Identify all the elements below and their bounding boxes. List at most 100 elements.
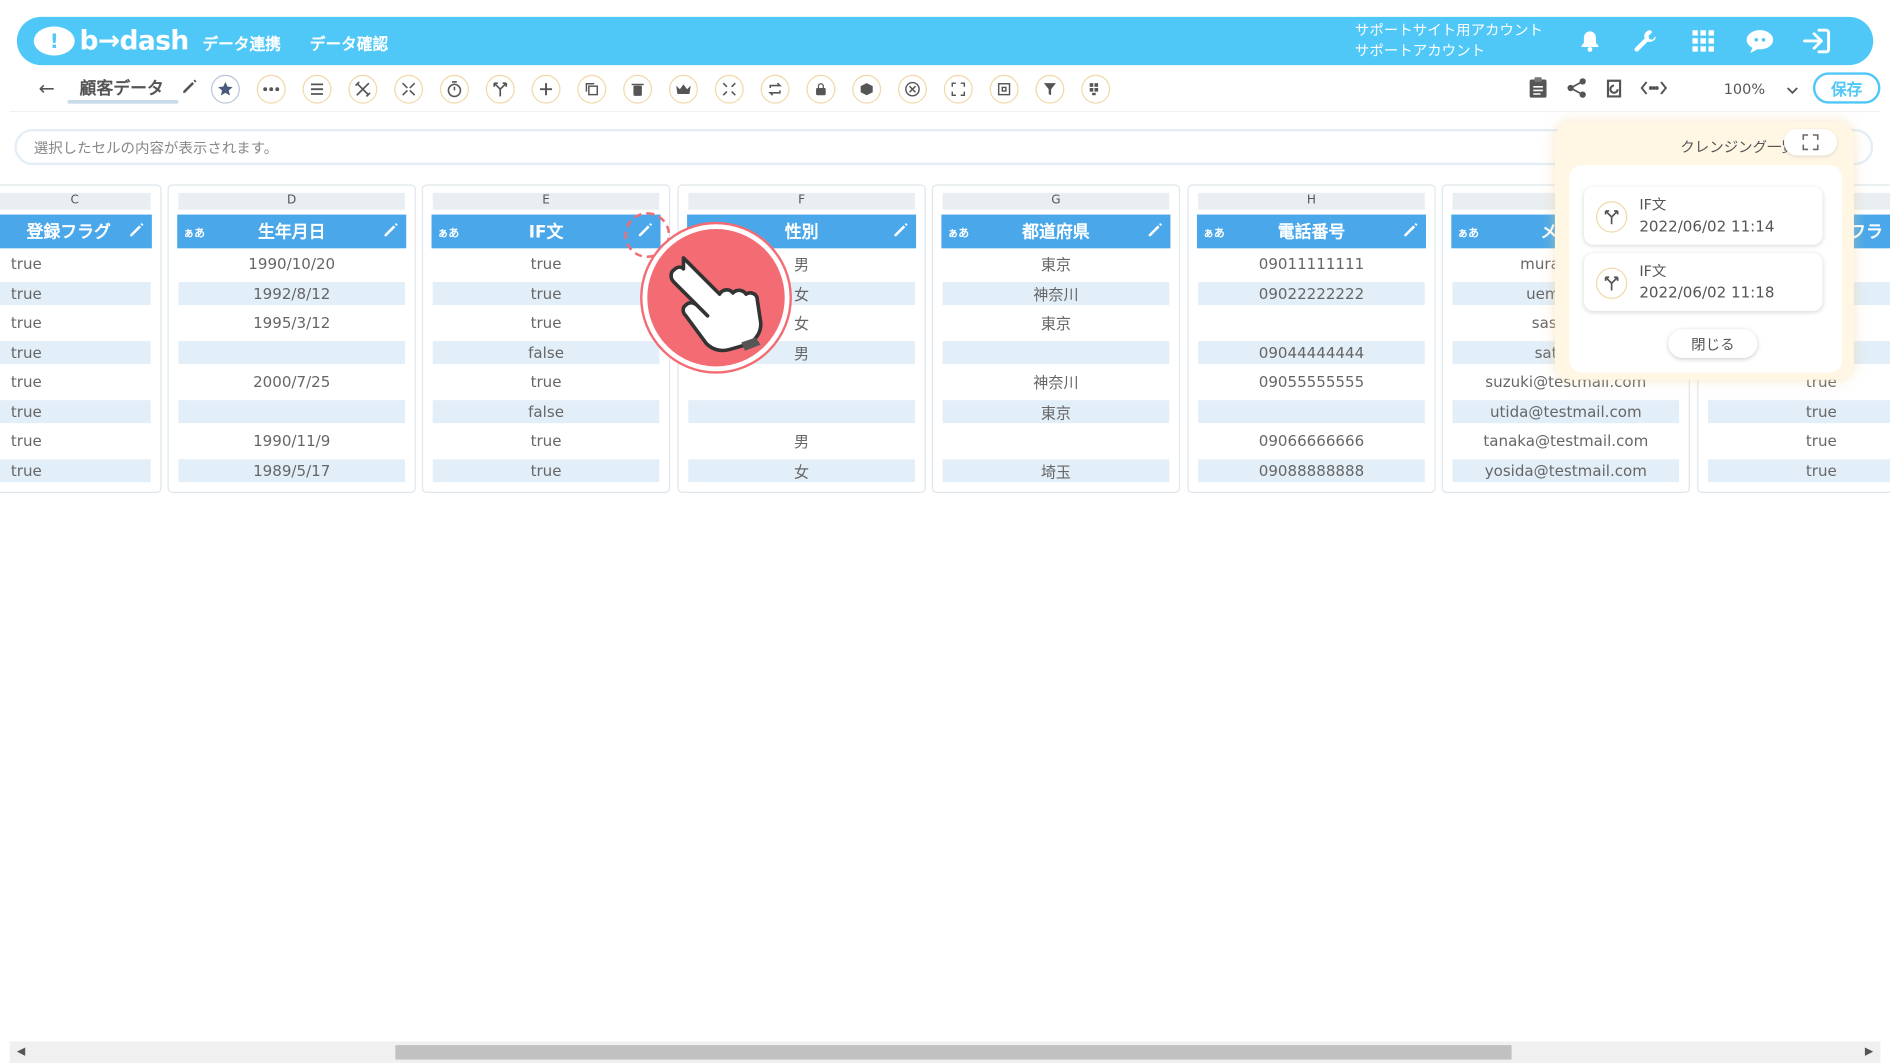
apps-grid-icon[interactable]	[1686, 24, 1720, 58]
column-header[interactable]: ぁあ 生年月日	[177, 214, 407, 249]
split-icon[interactable]	[394, 74, 424, 104]
grid-cell[interactable]: true	[0, 458, 151, 482]
column-g[interactable]: G ぁあ 都道府県 東京 神奈川 東京 神奈川 東京 埼玉	[931, 184, 1181, 494]
grid-cell[interactable]: 09088888888	[1198, 458, 1425, 482]
transform-icon[interactable]	[943, 74, 973, 104]
grid-cell[interactable]	[942, 340, 1170, 364]
account-info[interactable]: サポートサイト用アカウント サポートアカウント	[1355, 20, 1543, 61]
crown-icon[interactable]	[668, 74, 698, 104]
grid-cell[interactable]: 1989/5/17	[178, 458, 406, 482]
cancel-circle-icon[interactable]	[898, 74, 927, 104]
filter-icon[interactable]	[1035, 74, 1065, 104]
grid-cell[interactable]: 09044444444	[1198, 340, 1425, 364]
grid-cell[interactable]: true	[432, 281, 660, 305]
grid-cell[interactable]: 神奈川	[942, 281, 1170, 305]
grid-cell[interactable]: 09055555555	[1198, 366, 1425, 396]
column-header[interactable]: ぁあ 電話番号	[1196, 214, 1426, 249]
more-dots-icon[interactable]	[256, 74, 286, 104]
grid-cell[interactable]: 1995/3/12	[178, 307, 405, 337]
grid-cell[interactable]: 東京	[943, 307, 1170, 337]
grid-cell[interactable]: utida@testmail.com	[1452, 399, 1680, 423]
grid-cell[interactable]: true	[0, 366, 151, 396]
grid-cell[interactable]: 09066666666	[1198, 426, 1425, 456]
lock-icon[interactable]	[806, 74, 836, 104]
column-header[interactable]: ぁあ 都道府県	[941, 214, 1171, 249]
grid-cell[interactable]: true	[0, 281, 151, 305]
grid-cell[interactable]: true	[1708, 399, 1890, 423]
logout-icon[interactable]	[1800, 24, 1834, 58]
column-c[interactable]: C 登録フラグ true true true true true true true true	[0, 184, 162, 494]
trash-icon[interactable]	[623, 74, 653, 104]
shrink-icon[interactable]	[714, 74, 744, 104]
grid-cell[interactable]	[943, 426, 1170, 456]
grid-cell[interactable]: 09011111111	[1198, 248, 1425, 278]
grid-cell[interactable]: true	[433, 366, 660, 396]
grid-cell[interactable]: 東京	[943, 248, 1170, 278]
grid-cell[interactable]: 1990/11/9	[178, 426, 405, 456]
grid-cell[interactable]: yosida@testmail.com	[1452, 458, 1680, 482]
edit-pencil-icon[interactable]	[382, 222, 399, 244]
grid-cell[interactable]	[178, 399, 406, 423]
grid-cell[interactable]: 男	[688, 426, 915, 456]
favorite-star-icon[interactable]	[210, 74, 240, 104]
grid-cell[interactable]: 神奈川	[943, 366, 1170, 396]
grid-cell[interactable]	[178, 340, 406, 364]
back-arrow-icon[interactable]: ←	[39, 77, 55, 100]
grid-cell[interactable]: true	[433, 248, 660, 278]
bell-icon[interactable]	[1573, 24, 1607, 58]
cleansing-tools-icon[interactable]	[348, 74, 378, 104]
edit-pencil-icon[interactable]	[892, 222, 909, 244]
grid-cell[interactable]	[1198, 399, 1425, 423]
grid-cell[interactable]: false	[432, 340, 660, 364]
grid-cell[interactable]: tanaka@testmail.com	[1453, 426, 1680, 456]
grid-cell[interactable]: 2000/7/25	[178, 366, 405, 396]
grid-cell[interactable]: 東京	[942, 399, 1170, 423]
edit-pencil-icon[interactable]	[1402, 222, 1419, 244]
share-icon[interactable]	[1563, 75, 1590, 102]
grid-cell[interactable]: true	[1708, 458, 1890, 482]
wrench-icon[interactable]	[1628, 24, 1662, 58]
column-h[interactable]: H ぁあ 電話番号 09011111111 09022222222 09044444…	[1187, 184, 1436, 494]
column-d[interactable]: D ぁあ 生年月日 1990/10/20 1992/8/12 1995/3/12 20…	[167, 184, 416, 494]
grid-cell[interactable]	[688, 399, 915, 423]
grid-cell[interactable]: true	[432, 458, 660, 482]
close-button[interactable]: 閉じる	[1668, 329, 1758, 359]
grid-cell[interactable]: true	[1708, 426, 1890, 456]
timer-icon[interactable]	[439, 74, 469, 104]
grid-cell[interactable]: true	[433, 307, 660, 337]
grid-cell[interactable]: 埼玉	[942, 458, 1170, 482]
zoom-select[interactable]: 100%	[1695, 75, 1806, 104]
grid-cell[interactable]: 09022222222	[1198, 281, 1425, 305]
scrollbar-thumb[interactable]	[395, 1045, 1512, 1060]
edit-pencil-icon[interactable]	[128, 222, 145, 244]
grid-cell[interactable]: true	[0, 426, 151, 456]
code-view-icon[interactable]	[1640, 75, 1668, 102]
cleansing-item[interactable]: IF文 2022/06/02 11:18	[1583, 253, 1823, 311]
pivot-icon[interactable]	[1081, 74, 1111, 104]
package-icon[interactable]	[852, 74, 882, 104]
rename-pencil-icon[interactable]	[181, 77, 198, 100]
grid-cell[interactable]: true	[433, 426, 660, 456]
grid-cell[interactable]: 1990/10/20	[178, 248, 405, 278]
logo[interactable]: ! b→dash	[33, 23, 189, 59]
save-button[interactable]: 保存	[1812, 72, 1881, 104]
clipboard-icon[interactable]	[1525, 75, 1552, 102]
grid-cell[interactable]: true	[0, 340, 151, 364]
support-chat-icon[interactable]	[1743, 24, 1777, 58]
branch-if-icon[interactable]	[485, 74, 515, 104]
add-icon[interactable]	[531, 74, 561, 104]
horizontal-scrollbar[interactable]: ◀ ▶	[9, 1041, 1881, 1063]
sheet-name[interactable]: 顧客データ	[80, 76, 164, 100]
grid-cell[interactable]: 女	[688, 458, 915, 482]
grid-cell[interactable]: 1992/8/12	[178, 281, 406, 305]
nav-data-link[interactable]: データ連携	[203, 31, 281, 54]
scroll-right-icon[interactable]: ▶	[1865, 1046, 1873, 1058]
expand-icon[interactable]	[1783, 128, 1838, 156]
grid-cell[interactable]: true	[0, 307, 151, 337]
edit-pencil-icon[interactable]	[1146, 222, 1163, 244]
scroll-left-icon[interactable]: ◀	[17, 1046, 25, 1058]
refresh-icon[interactable]	[1601, 75, 1628, 102]
grid-cell[interactable]: false	[432, 399, 660, 423]
grid-cell[interactable]	[1198, 307, 1425, 337]
grid-cell[interactable]: true	[0, 399, 151, 423]
